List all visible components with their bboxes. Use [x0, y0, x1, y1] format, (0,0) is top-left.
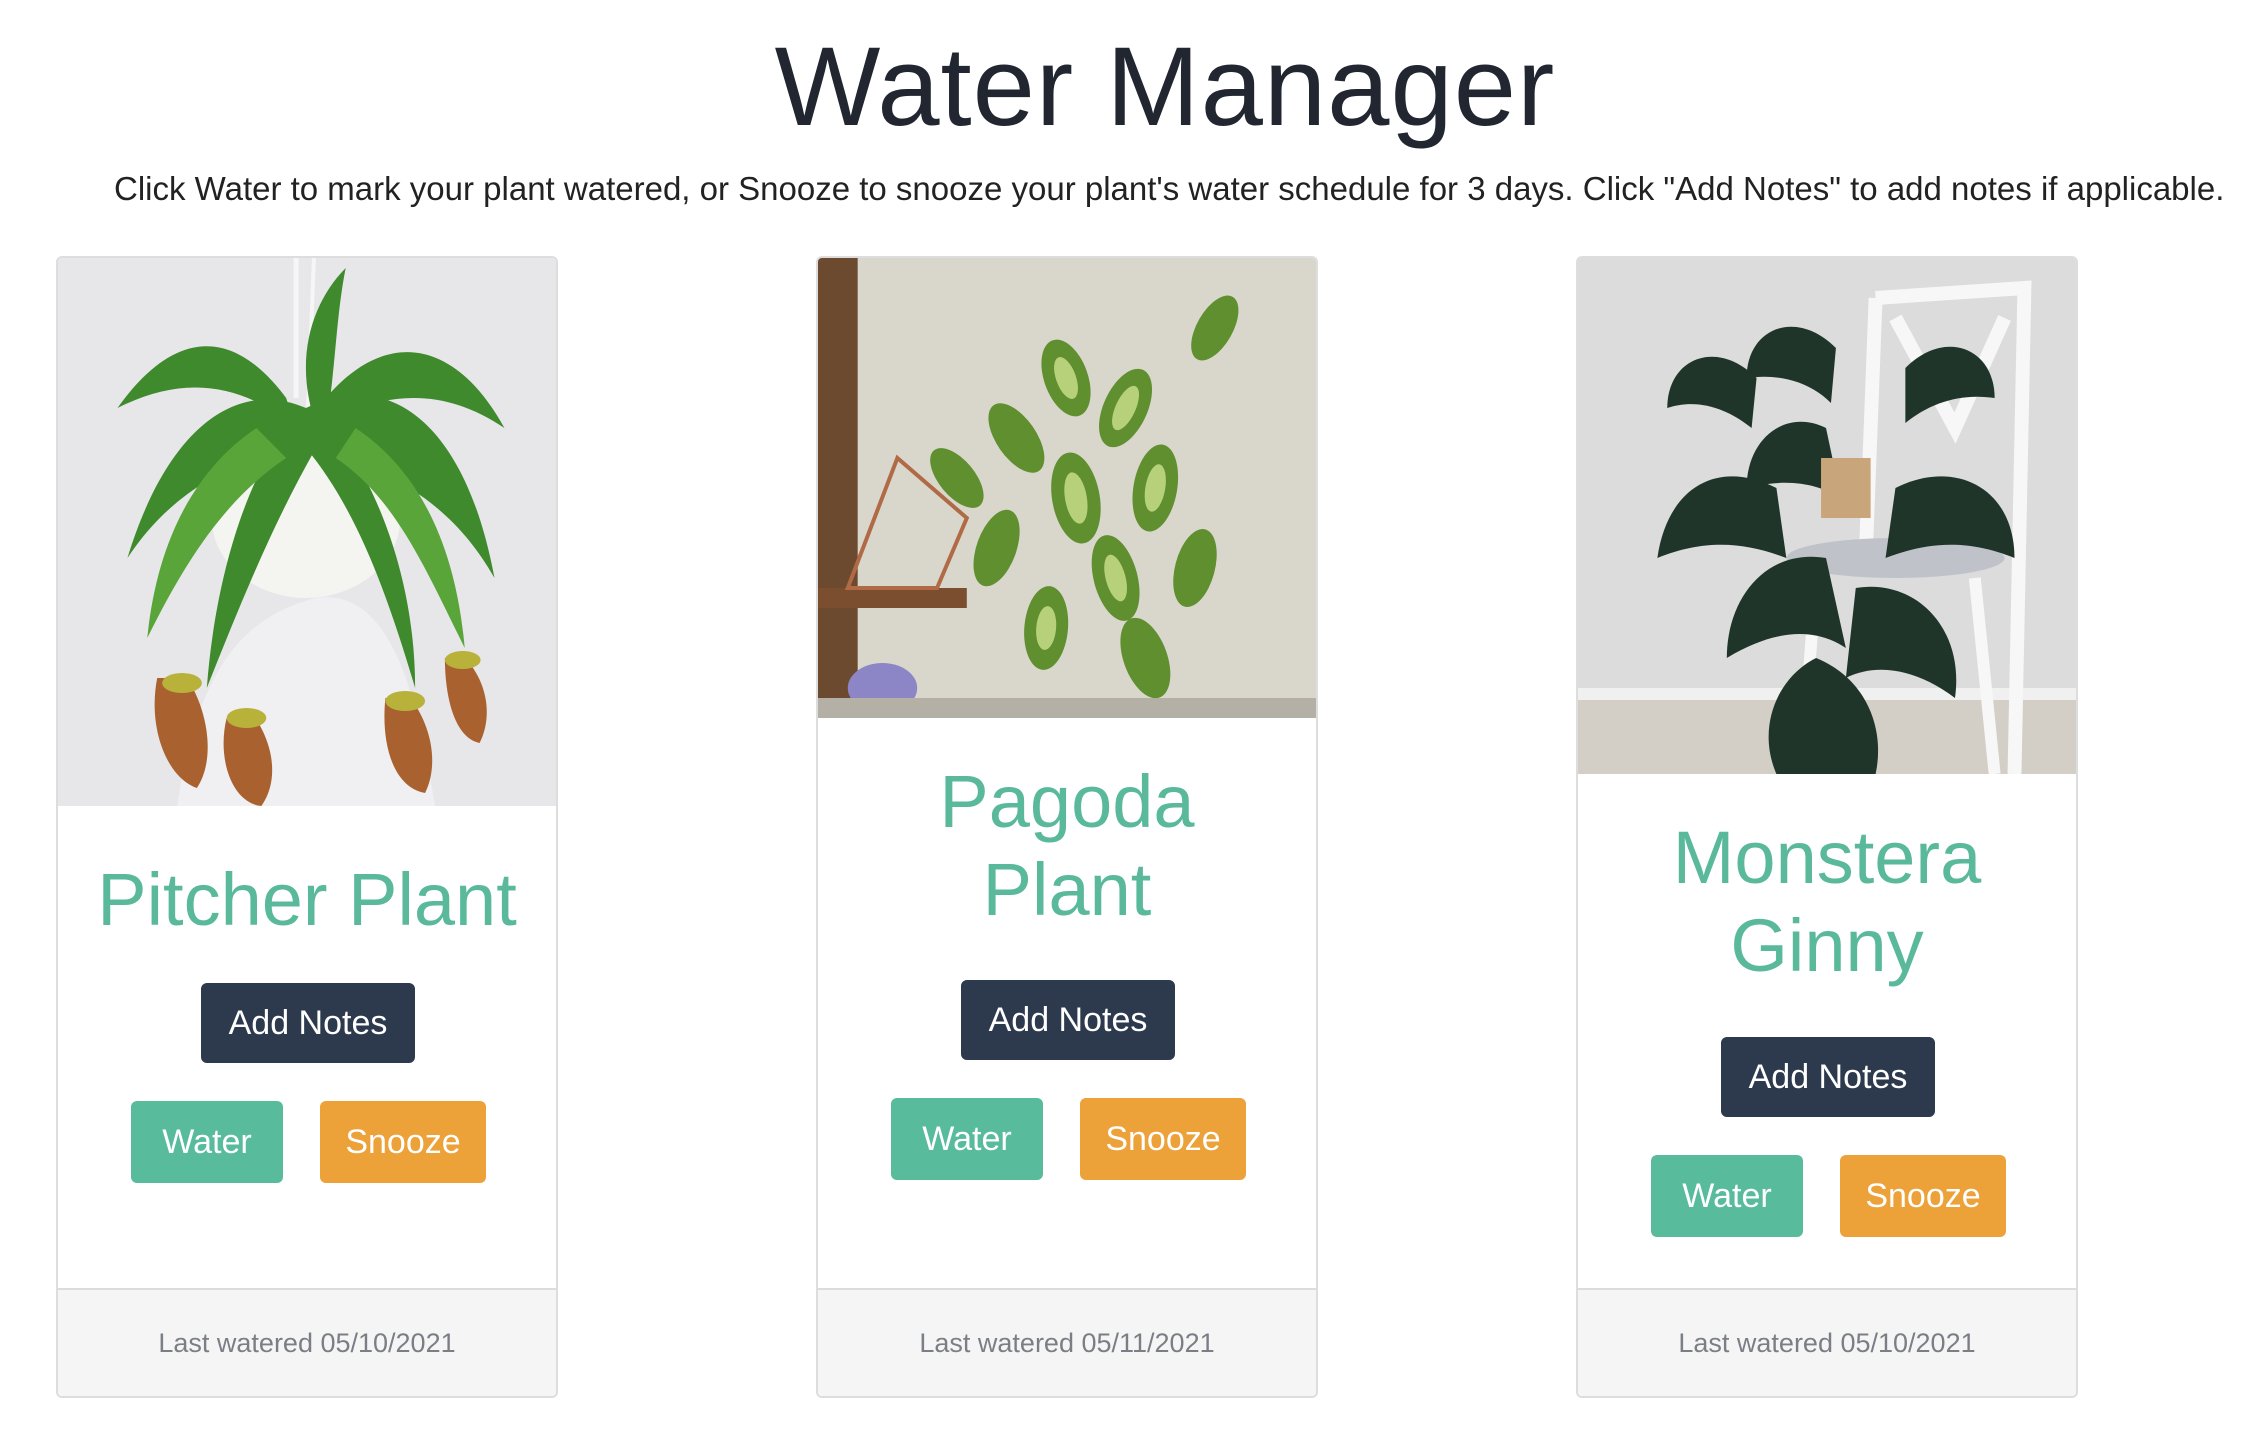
plant-name-line-1: Monstera: [1672, 816, 1982, 899]
plant-name-line-1: Pagoda: [939, 760, 1195, 843]
page-title: Water Manager: [774, 24, 1556, 149]
last-watered-footer: Last watered 05/10/2021: [1578, 1288, 2076, 1396]
plant-name-line-2: Plant: [982, 848, 1152, 931]
water-button[interactable]: Water: [891, 1098, 1043, 1180]
plant-name: Monstera Ginny: [1578, 814, 2076, 990]
water-button[interactable]: Water: [131, 1101, 283, 1183]
add-notes-button[interactable]: Add Notes: [961, 980, 1175, 1060]
plant-card-pitcher-plant: Pitcher Plant Add Notes Water Snooze Las…: [56, 256, 558, 1398]
snooze-button[interactable]: Snooze: [1840, 1155, 2006, 1237]
plant-card-monstera-ginny: Monstera Ginny Add Notes Water Snooze La…: [1576, 256, 2078, 1398]
snooze-button[interactable]: Snooze: [320, 1101, 486, 1183]
last-watered-footer: Last watered 05/11/2021: [818, 1288, 1316, 1396]
plant-photo-pagoda-plant: [818, 258, 1316, 718]
water-button[interactable]: Water: [1651, 1155, 1803, 1237]
plant-card-pagoda-plant: Pagoda Plant Add Notes Water Snooze Last…: [816, 256, 1318, 1398]
plant-name: Pagoda Plant: [818, 758, 1316, 934]
plant-name: Pitcher Plant: [97, 858, 517, 941]
water-manager-page: Water Manager Click Water to mark your p…: [0, 0, 2244, 1448]
snooze-button[interactable]: Snooze: [1080, 1098, 1246, 1180]
plant-name-line-2: Ginny: [1730, 904, 1924, 987]
add-notes-button[interactable]: Add Notes: [1721, 1037, 1935, 1117]
plant-photo-monstera-ginny: [1578, 258, 2076, 774]
plant-photo-pitcher-plant: [58, 258, 556, 806]
add-notes-button[interactable]: Add Notes: [201, 983, 415, 1063]
page-instructions: Click Water to mark your plant watered, …: [114, 170, 2225, 207]
last-watered-footer: Last watered 05/10/2021: [58, 1288, 556, 1396]
